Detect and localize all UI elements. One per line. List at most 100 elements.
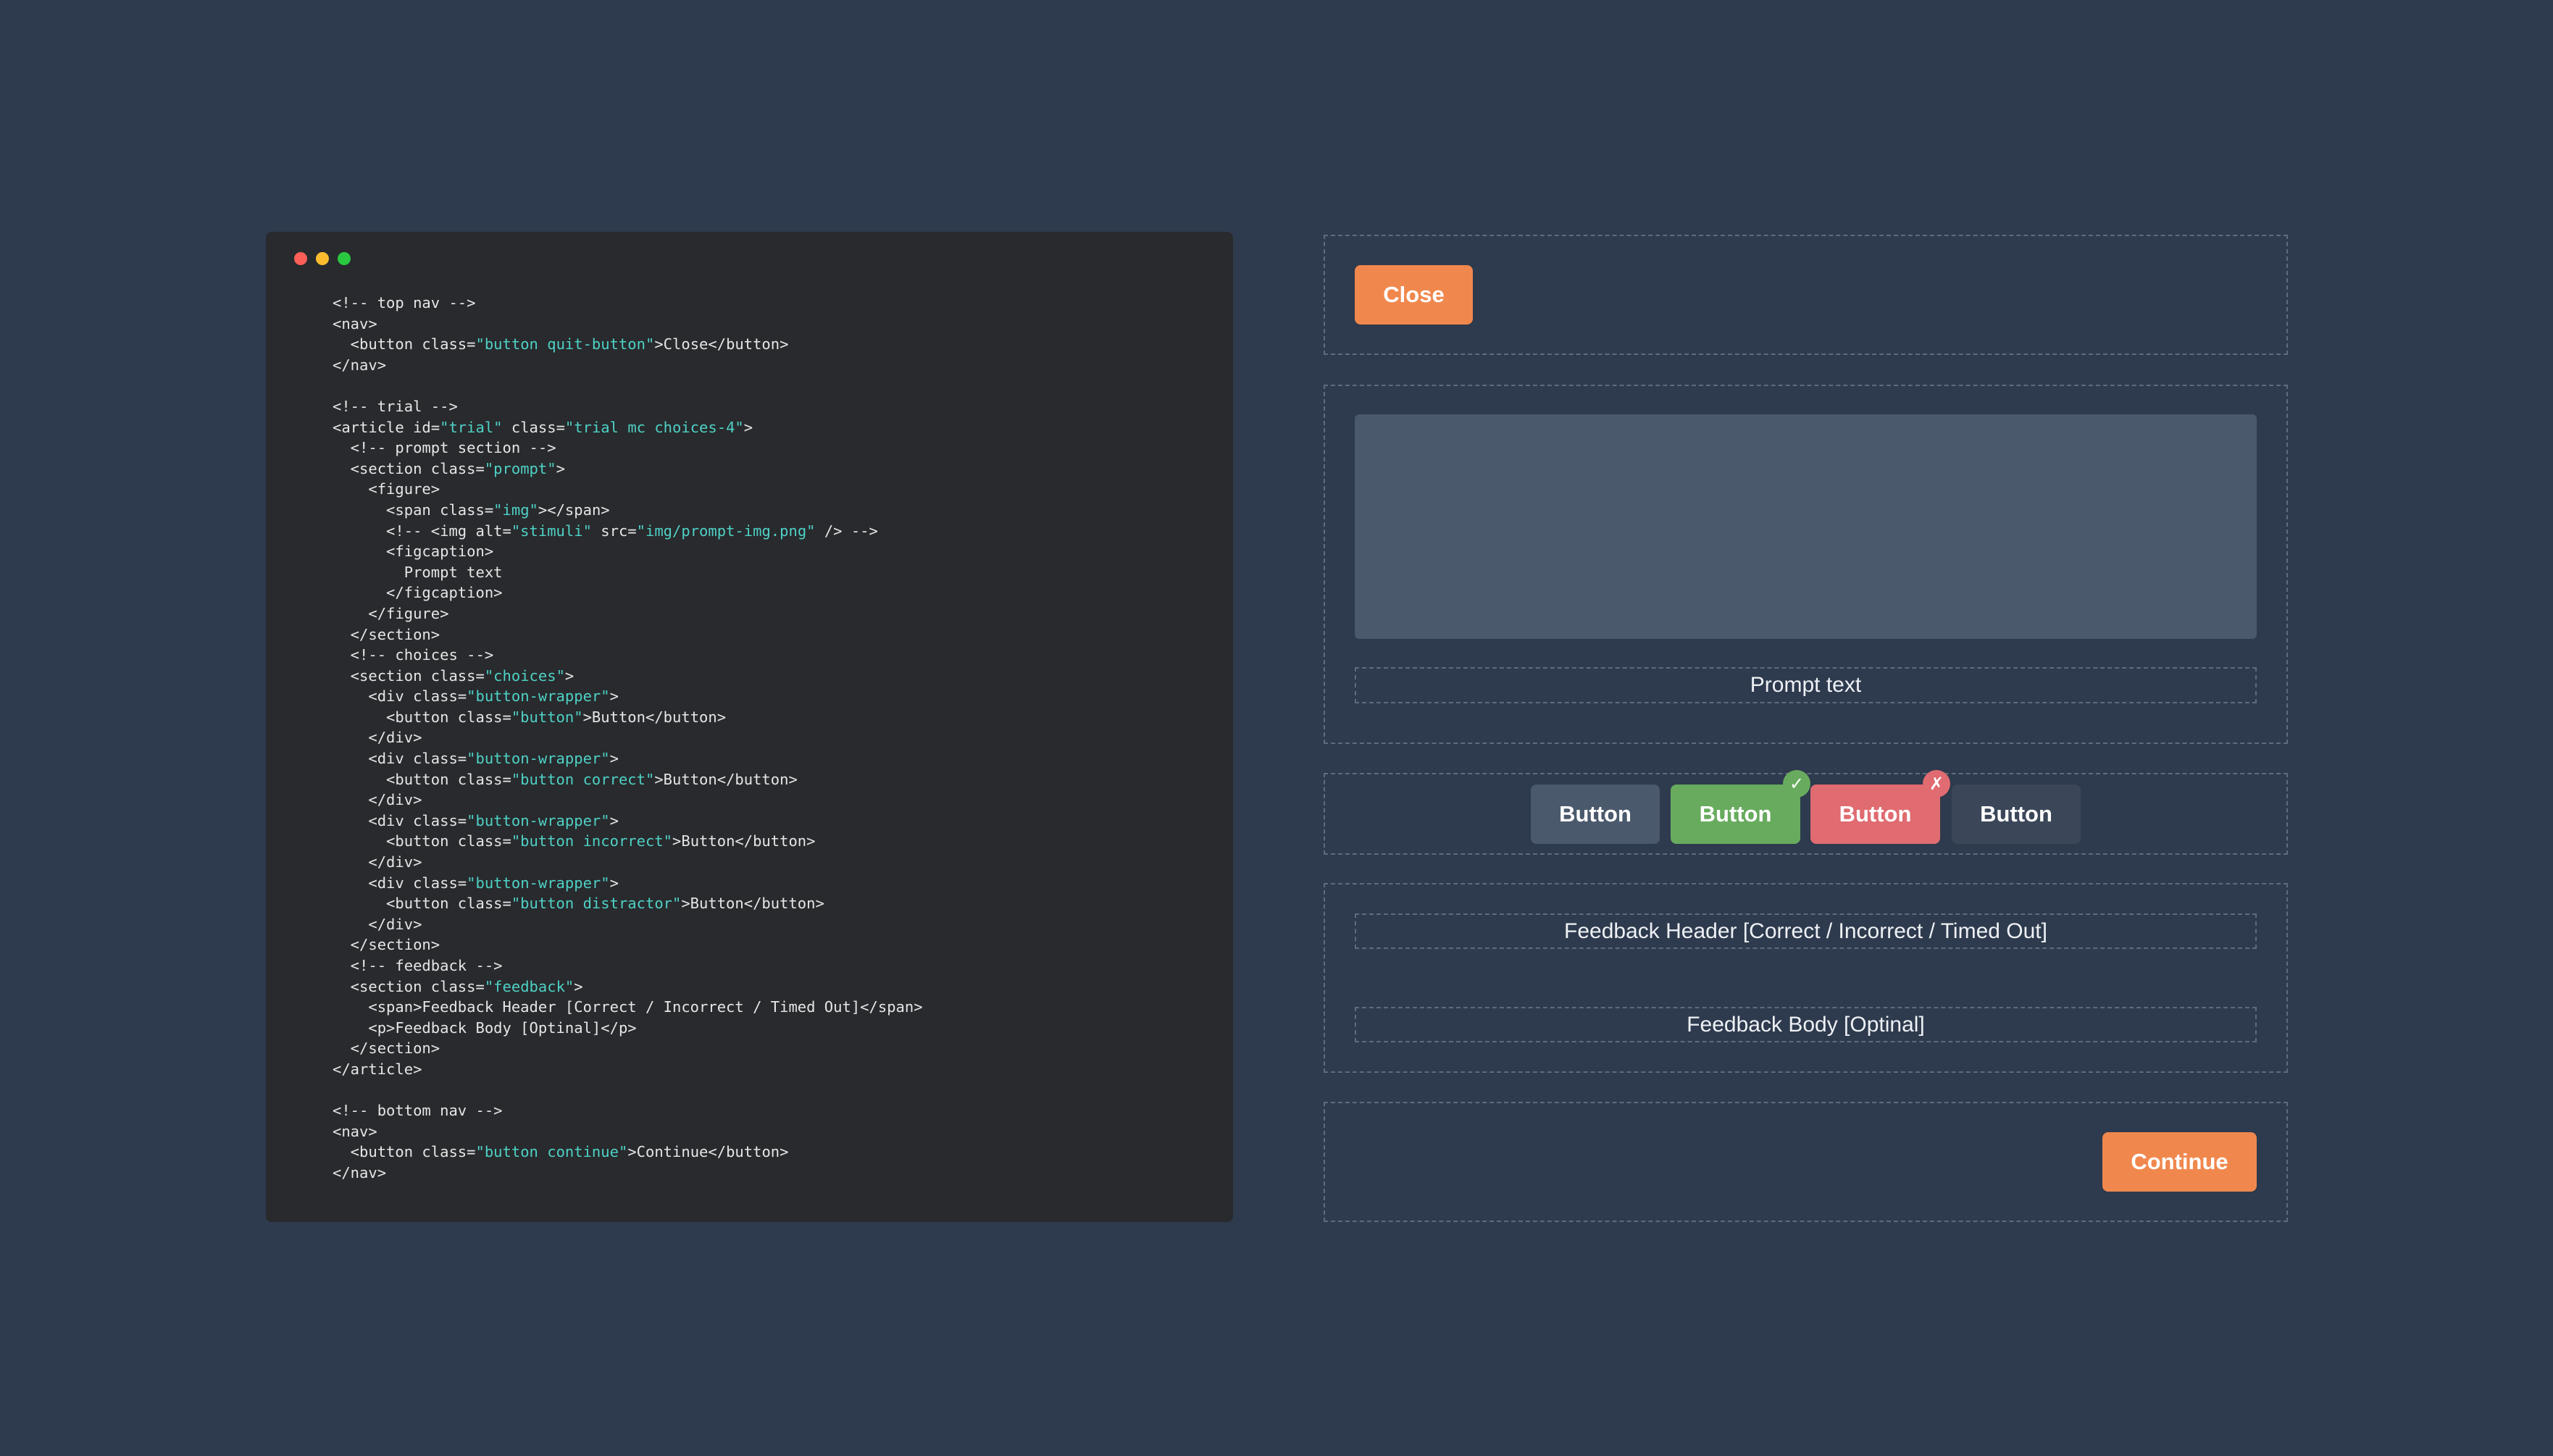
code-text: <div class= bbox=[333, 874, 467, 892]
code-line: <button class="button distractor">Button… bbox=[333, 895, 824, 912]
code-text: <button class= bbox=[333, 895, 511, 913]
code-text: </section> bbox=[333, 625, 440, 643]
code-text: <article id= bbox=[333, 418, 440, 436]
code-text: >Close</button> bbox=[654, 335, 789, 353]
cross-icon: ✗ bbox=[1923, 770, 1950, 798]
code-text: <button class= bbox=[333, 708, 511, 726]
code-text: </nav> bbox=[333, 1163, 387, 1181]
code-block: <!-- top nav --> <nav> <button class="bu… bbox=[333, 293, 923, 1184]
code-line: Prompt text bbox=[333, 564, 503, 581]
code-text: </section> bbox=[333, 936, 440, 954]
code-line: <!-- feedback --> bbox=[333, 957, 503, 974]
maximize-dot-icon bbox=[338, 252, 351, 265]
code-line: <article id="trial" class="trial mc choi… bbox=[333, 419, 753, 436]
code-string: "button-wrapper" bbox=[467, 874, 610, 892]
code-text: <div class= bbox=[333, 811, 467, 829]
code-line: <button class="button">Button</button> bbox=[333, 708, 726, 726]
code-text: <nav> bbox=[333, 1122, 377, 1140]
code-text: <!-- bottom nav --> bbox=[333, 1102, 503, 1120]
code-text: </div> bbox=[333, 791, 422, 809]
code-string: "img/prompt-img.png" bbox=[636, 522, 816, 540]
code-line: </div> bbox=[333, 791, 422, 808]
close-button[interactable]: Close bbox=[1355, 265, 1473, 325]
code-line: </div> bbox=[333, 729, 422, 746]
code-text: ></span> bbox=[538, 501, 610, 519]
code-text: class= bbox=[502, 418, 565, 436]
code-text: </div> bbox=[333, 853, 422, 871]
code-line: <nav> bbox=[333, 315, 377, 332]
code-string: "button distractor" bbox=[511, 895, 682, 913]
code-text: <figure> bbox=[333, 480, 440, 498]
code-line: <!-- trial --> bbox=[333, 398, 458, 415]
code-line: </section> bbox=[333, 1039, 440, 1057]
code-string: "button-wrapper" bbox=[467, 750, 610, 768]
code-line: <div class="button-wrapper"> bbox=[333, 687, 619, 705]
code-text: <button class= bbox=[333, 832, 511, 850]
code-string: "stimuli" bbox=[511, 522, 592, 540]
feedback-header: Feedback Header [Correct / Incorrect / T… bbox=[1355, 913, 2257, 949]
code-line: <section class="choices"> bbox=[333, 667, 574, 685]
code-text: </figure> bbox=[333, 604, 449, 622]
code-line: </nav> bbox=[333, 1164, 386, 1181]
code-line: <!-- <img alt="stimuli" src="img/prompt-… bbox=[333, 522, 878, 540]
code-text: <!-- trial --> bbox=[333, 397, 458, 415]
code-line: </div> bbox=[333, 916, 422, 933]
code-text: <nav> bbox=[333, 314, 377, 332]
code-line: <div class="button-wrapper"> bbox=[333, 750, 619, 767]
code-line: <section class="prompt"> bbox=[333, 460, 565, 477]
code-line: <figcaption> bbox=[333, 543, 493, 560]
code-text: src= bbox=[591, 522, 637, 540]
code-text: > bbox=[556, 459, 565, 477]
code-text: <!-- feedback --> bbox=[333, 957, 503, 974]
code-line: <!-- prompt section --> bbox=[333, 439, 556, 456]
code-text: >Button</button> bbox=[681, 895, 824, 913]
code-text: </div> bbox=[333, 915, 422, 933]
code-text: <section class= bbox=[333, 666, 485, 685]
code-line: </nav> bbox=[333, 356, 386, 374]
prompt-image bbox=[1355, 414, 2257, 639]
minimize-dot-icon bbox=[316, 252, 329, 265]
code-text: > bbox=[609, 750, 619, 768]
code-line: <span class="img"></span> bbox=[333, 501, 610, 519]
choice-button-correct[interactable]: Button bbox=[1671, 785, 1800, 844]
code-string: "button incorrect" bbox=[511, 832, 673, 850]
choice-button-distractor[interactable]: Button bbox=[1952, 785, 2081, 844]
choice-button-incorrect[interactable]: Button bbox=[1810, 785, 1940, 844]
code-text: <button class= bbox=[333, 335, 476, 353]
code-line: <section class="feedback"> bbox=[333, 978, 583, 995]
code-line: <!-- top nav --> bbox=[333, 294, 475, 311]
code-line: </section> bbox=[333, 936, 440, 953]
code-text: <button class= bbox=[333, 1143, 476, 1161]
code-line: <button class="button continue">Continue… bbox=[333, 1143, 789, 1161]
code-string: "button quit-button" bbox=[475, 335, 655, 353]
code-text: <section class= bbox=[333, 459, 485, 477]
code-line: <div class="button-wrapper"> bbox=[333, 812, 619, 829]
code-string: "choices" bbox=[484, 666, 565, 685]
continue-button[interactable]: Continue bbox=[2102, 1132, 2257, 1192]
code-text: <span>Feedback Header [Correct / Incorre… bbox=[333, 998, 923, 1016]
code-text: >Button</button> bbox=[672, 832, 816, 850]
code-text: </section> bbox=[333, 1039, 440, 1058]
code-string: "button-wrapper" bbox=[467, 687, 610, 706]
code-line: <!-- bottom nav --> bbox=[333, 1102, 503, 1119]
code-text: > bbox=[574, 977, 583, 995]
code-text: <!-- <img alt= bbox=[333, 522, 511, 540]
feedback-body: Feedback Body [Optinal] bbox=[1355, 1007, 2257, 1042]
code-line: </figcaption> bbox=[333, 584, 502, 601]
choice-button-default[interactable]: Button bbox=[1531, 785, 1660, 844]
code-text: > bbox=[609, 687, 619, 706]
code-text: <span class= bbox=[333, 501, 494, 519]
code-line: <button class="button quit-button">Close… bbox=[333, 335, 789, 353]
code-text: <button class= bbox=[333, 770, 511, 788]
code-string: "prompt" bbox=[484, 459, 556, 477]
code-line: </div> bbox=[333, 853, 422, 871]
code-line: </section> bbox=[333, 626, 440, 643]
code-string: "button correct" bbox=[511, 770, 655, 788]
code-line: <figure> bbox=[333, 480, 440, 498]
code-line: <span>Feedback Header [Correct / Incorre… bbox=[333, 998, 923, 1016]
code-line: <button class="button incorrect">Button<… bbox=[333, 832, 816, 850]
code-text: <section class= bbox=[333, 977, 485, 995]
code-string: "button continue" bbox=[475, 1143, 628, 1161]
code-text: > bbox=[743, 418, 753, 436]
code-line: <p>Feedback Body [Optinal]</p> bbox=[333, 1019, 636, 1037]
